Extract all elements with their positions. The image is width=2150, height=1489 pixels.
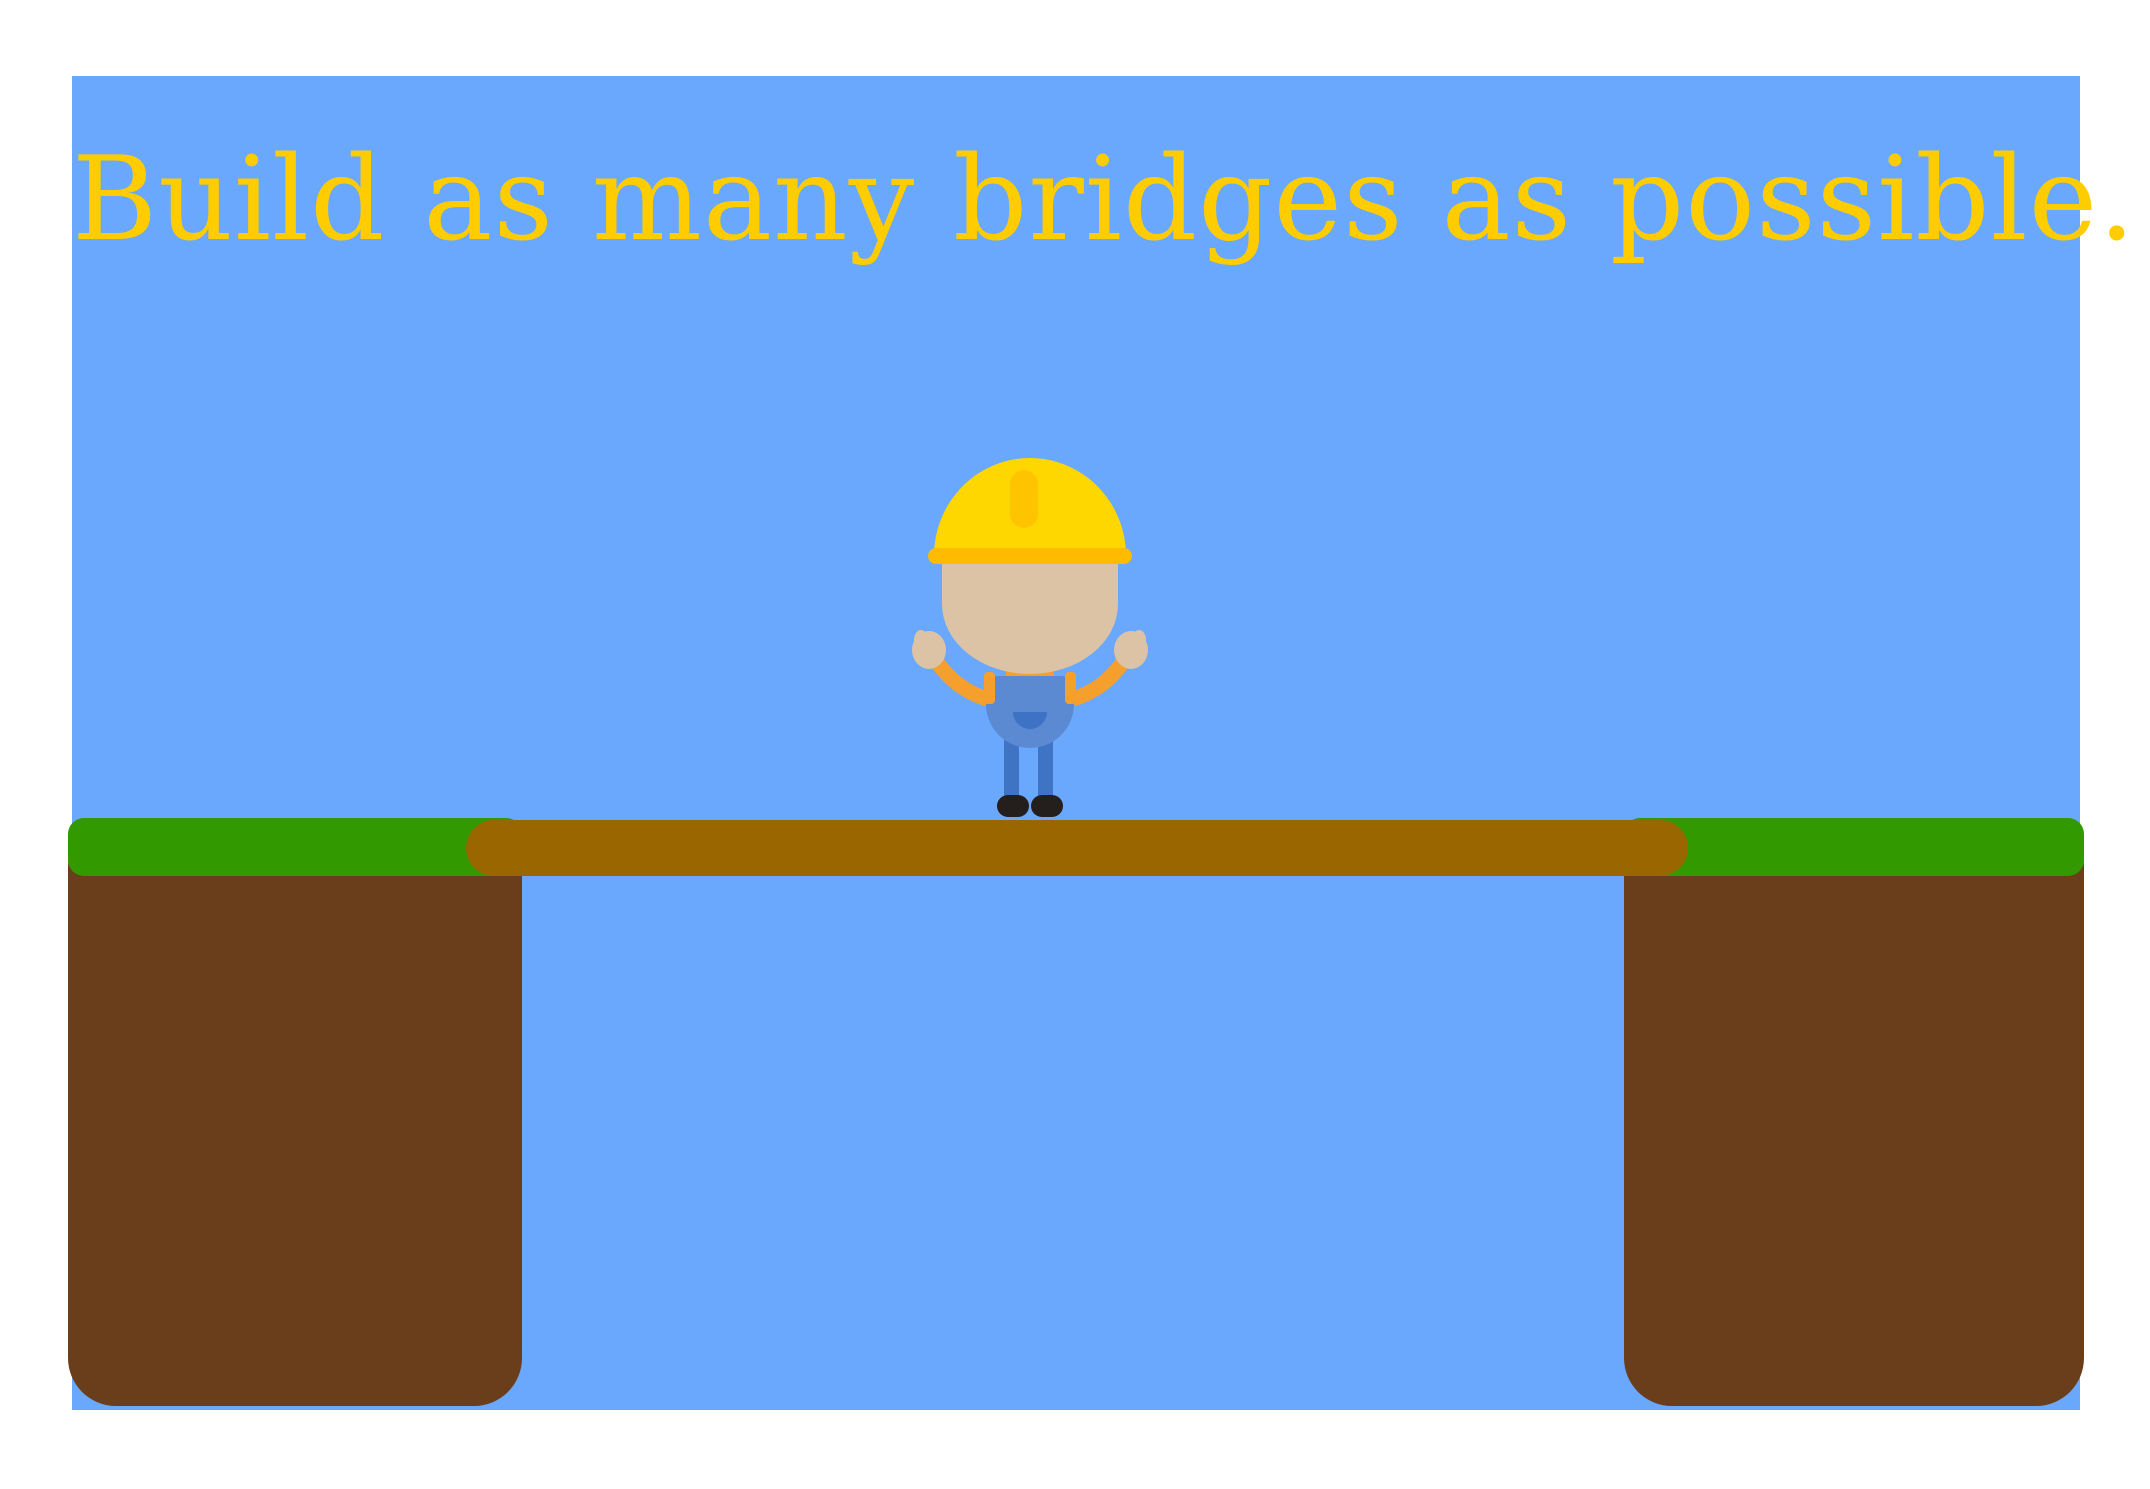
left-shoe	[997, 795, 1029, 817]
helmet-brim	[928, 548, 1132, 564]
instruction-headline: Build as many bridges as possible.	[72, 132, 2137, 267]
helmet-ridge	[1010, 470, 1038, 528]
left-cliff	[68, 818, 522, 1406]
left-cliff-dirt	[68, 818, 522, 1406]
right-cliff-grass	[1624, 818, 2084, 876]
left-cliff-grass	[68, 818, 522, 876]
right-strap	[1065, 672, 1076, 704]
left-strap	[984, 672, 995, 704]
game-scene: Build as many bridges as possible.	[0, 0, 2150, 1484]
bridge-plank	[466, 820, 1688, 876]
right-cliff	[1624, 818, 2084, 1406]
right-cliff-dirt	[1624, 818, 2084, 1406]
right-shoe	[1031, 795, 1063, 817]
